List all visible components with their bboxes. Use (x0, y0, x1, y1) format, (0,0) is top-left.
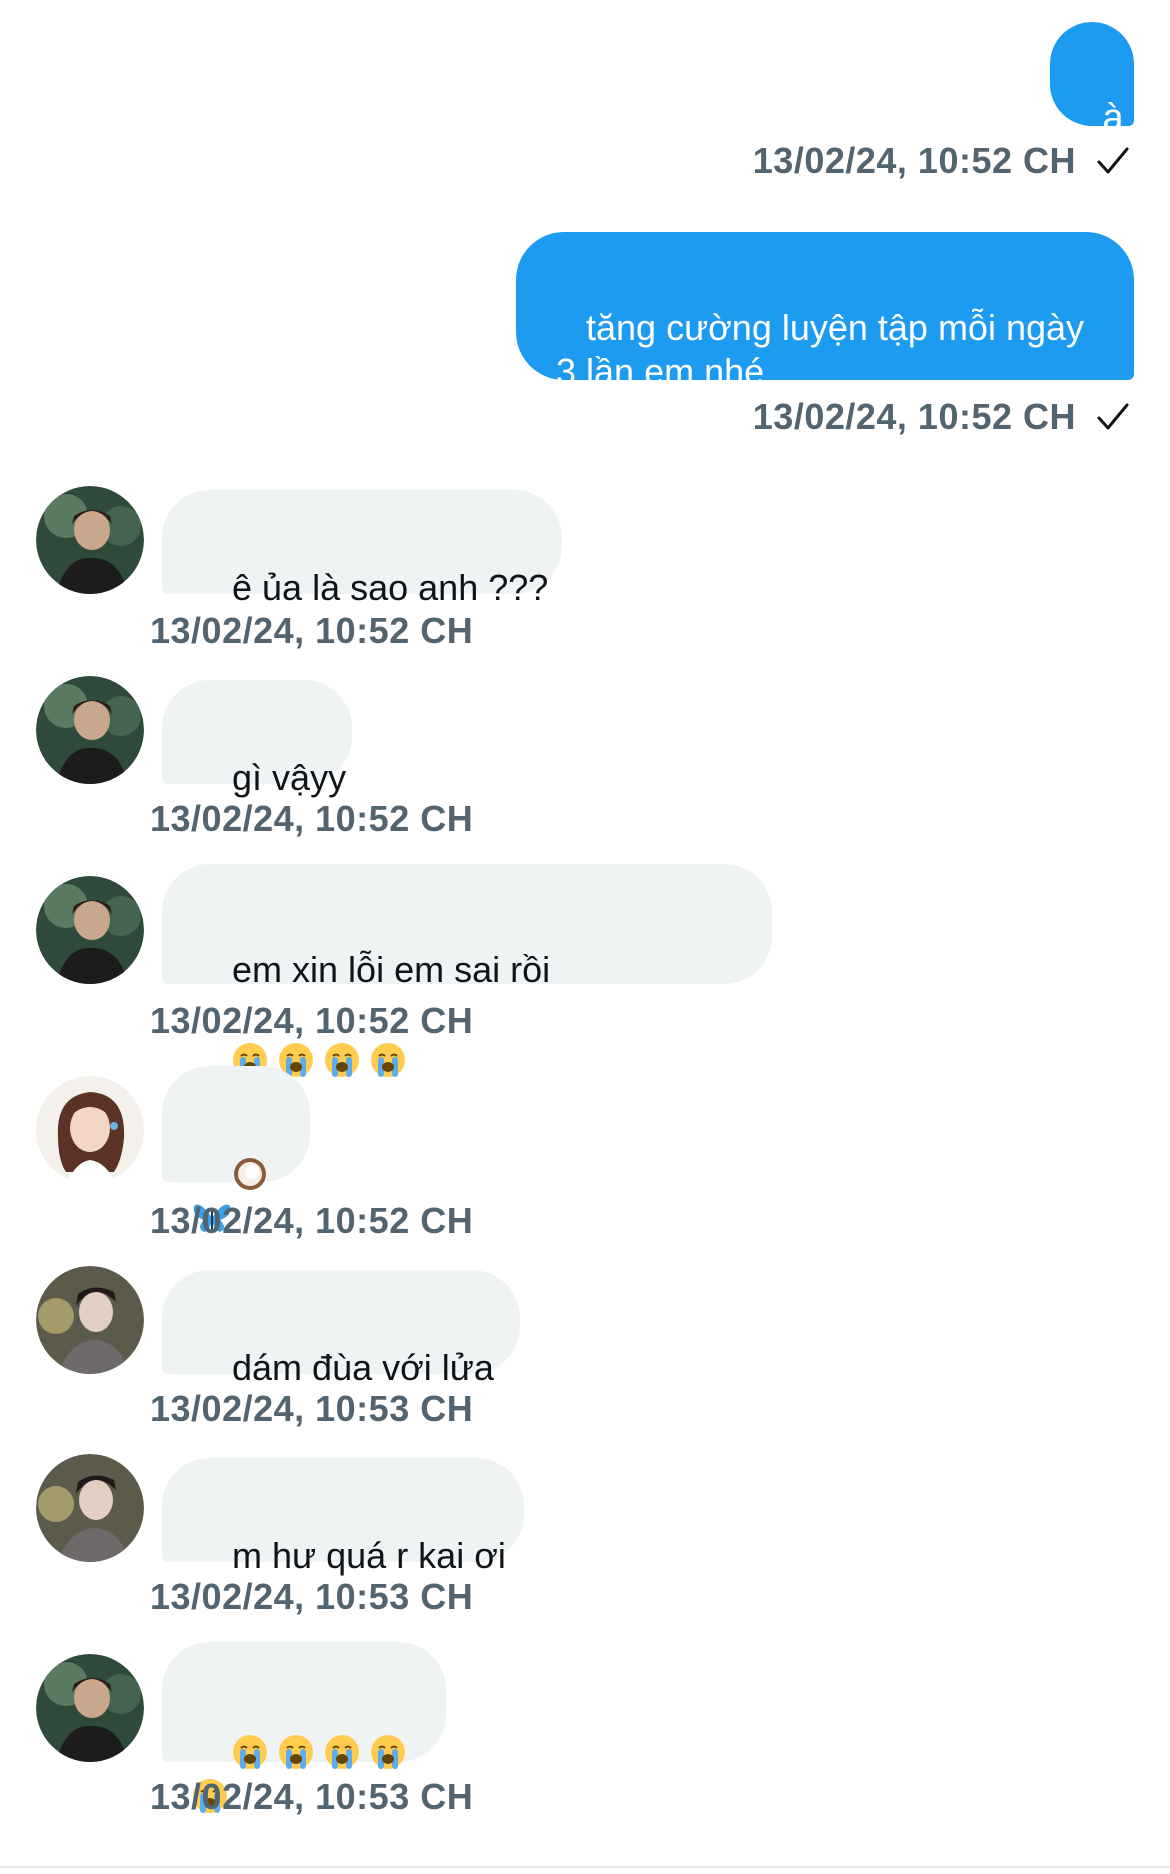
sender-avatar[interactable] (36, 876, 144, 984)
message-text: tăng cường luyện tập mỗi ngày 3 lần em n… (556, 307, 1085, 392)
message-timestamp: 13/02/24, 10:52 CH (150, 798, 474, 839)
loudly-crying-face-icon (371, 1735, 406, 1770)
message-timestamp: 13/02/24, 10:53 CH (150, 1388, 474, 1429)
sender-avatar[interactable] (36, 1654, 144, 1762)
incoming-message-bubble[interactable]: em xin lỗi em sai rồi (162, 864, 772, 1078)
sender-avatar[interactable] (36, 676, 144, 784)
loudly-crying-face-icon (325, 1043, 360, 1078)
incoming-message-bubble[interactable]: dám đùa với lửa (162, 1270, 520, 1388)
message-timestamp: 13/02/24, 10:52 CH (752, 140, 1076, 181)
message-thread: à 13/02/24, 10:52 CH tăng cường luyện tậ… (0, 0, 1170, 1874)
message-timestamp: 13/02/24, 10:52 CH (752, 396, 1076, 437)
divider (0, 1866, 1170, 1868)
incoming-message-bubble[interactable]: ê ủa là sao anh ??? (162, 490, 562, 608)
message-text: à (1102, 97, 1124, 139)
message-text: dám đùa với lửa (232, 1347, 494, 1388)
sender-avatar[interactable] (36, 486, 144, 594)
read-check-icon (1097, 147, 1129, 174)
message-timestamp: 13/02/24, 10:52 CH (150, 1200, 474, 1241)
incoming-message-bubble[interactable] (162, 1066, 310, 1233)
loudly-crying-face-icon (325, 1735, 360, 1770)
message-text: gì vậyy (232, 757, 347, 798)
incoming-message-bubble[interactable]: m hư quá r kai ơi (162, 1458, 524, 1576)
message-timestamp: 13/02/24, 10:53 CH (150, 1776, 474, 1817)
incoming-message-bubble[interactable] (162, 1642, 446, 1814)
message-text: m hư quá r kai ơi (232, 1535, 506, 1576)
message-text: em xin lỗi em sai rồi (232, 949, 551, 990)
loudly-crying-face-icon (279, 1735, 314, 1770)
sender-avatar[interactable] (36, 1266, 144, 1374)
loudly-crying-face-icon (233, 1735, 268, 1770)
loudly-crying-face-icon (371, 1043, 406, 1078)
sender-avatar[interactable] (36, 1076, 144, 1184)
read-check-icon (1097, 403, 1129, 430)
message-timestamp: 13/02/24, 10:53 CH (150, 1576, 474, 1617)
coconut-icon (234, 1158, 267, 1191)
message-text: ê ủa là sao anh ??? (232, 567, 549, 608)
sender-avatar[interactable] (36, 1454, 144, 1562)
outgoing-message-bubble[interactable]: tăng cường luyện tập mỗi ngày 3 lần em n… (516, 232, 1134, 392)
message-timestamp: 13/02/24, 10:52 CH (150, 1000, 474, 1041)
incoming-message-bubble[interactable]: gì vậyy (162, 680, 352, 798)
message-timestamp: 13/02/24, 10:52 CH (150, 610, 474, 651)
outgoing-message-bubble[interactable]: à (1050, 22, 1134, 139)
